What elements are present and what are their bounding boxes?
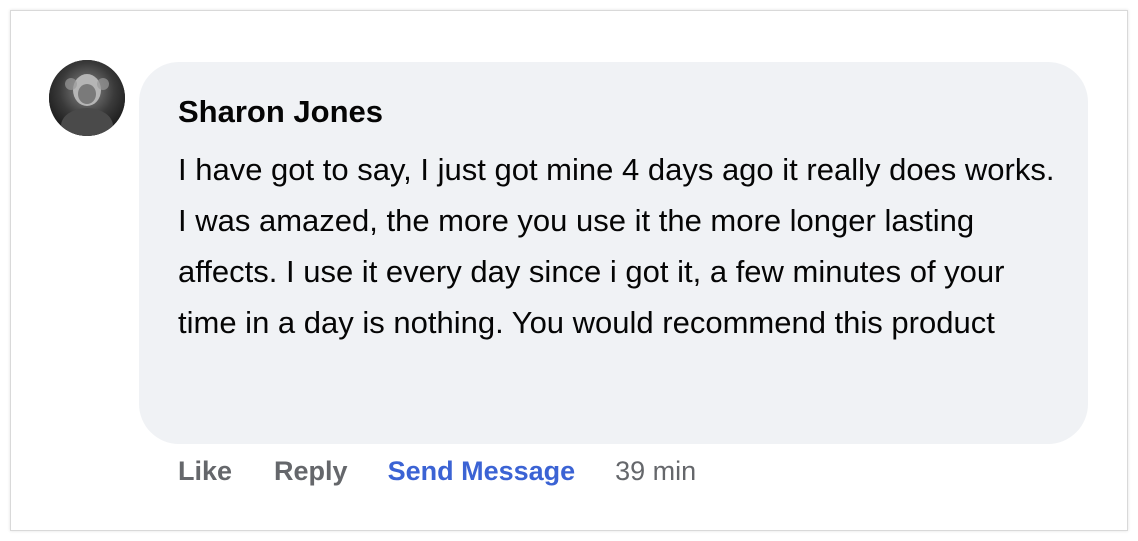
comment-actions: Like Reply Send Message 39 min xyxy=(178,451,696,491)
comment-timestamp[interactable]: 39 min xyxy=(615,456,696,487)
reply-button[interactable]: Reply xyxy=(274,456,348,487)
comment-bubble: Sharon Jones I have got to say, I just g… xyxy=(139,62,1088,444)
avatar[interactable] xyxy=(49,60,125,136)
comment-text: I have got to say, I just got mine 4 day… xyxy=(178,152,1055,340)
send-message-button[interactable]: Send Message xyxy=(388,456,576,487)
author-name[interactable]: Sharon Jones xyxy=(178,92,1050,132)
like-button[interactable]: Like xyxy=(178,456,232,487)
